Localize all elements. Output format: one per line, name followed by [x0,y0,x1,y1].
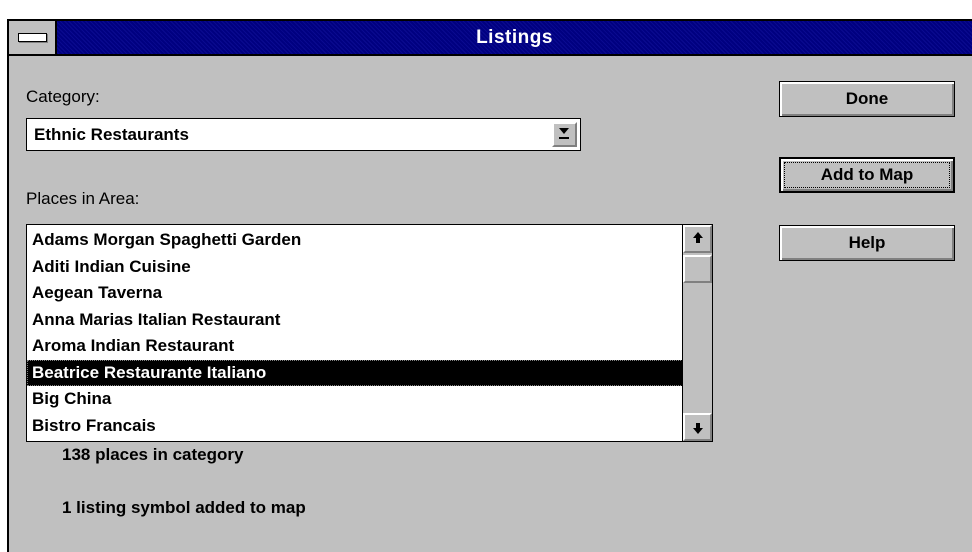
system-menu-button[interactable] [9,21,57,54]
list-item[interactable]: Big China [27,386,683,413]
dropdown-arrow-button[interactable] [552,122,577,147]
list-item[interactable]: Bistro Francais [27,413,683,440]
places-listbox[interactable]: Adams Morgan Spaghetti Garden Aditi India… [26,224,713,442]
dropdown-arrow-underline [559,137,569,139]
list-item[interactable]: Anna Marias Italian Restaurant [27,307,683,334]
window-title: Listings [476,27,553,48]
places-list: Adams Morgan Spaghetti Garden Aditi India… [27,227,683,439]
scroll-thumb[interactable] [683,255,712,283]
scroll-down-arrow-icon [693,428,703,434]
add-to-map-button[interactable]: Add to Map [779,157,955,193]
listings-dialog: Listings Category: Ethnic Restaurants Pl… [7,19,972,552]
list-item[interactable]: Adams Morgan Spaghetti Garden [27,227,683,254]
list-item[interactable]: Aegean Taverna [27,280,683,307]
places-scrollbar[interactable] [682,225,712,441]
category-dropdown-value: Ethnic Restaurants [34,125,189,144]
scroll-up-button[interactable] [683,225,712,253]
scroll-down-button[interactable] [683,413,712,441]
system-menu-icon [18,33,47,42]
done-button[interactable]: Done [779,81,955,117]
screen: Listings Category: Ethnic Restaurants Pl… [0,0,972,552]
scroll-up-arrow-stem [696,238,700,243]
help-button[interactable]: Help [779,225,955,261]
added-to-map-text: 1 listing symbol added to map [62,498,306,517]
category-dropdown[interactable]: Ethnic Restaurants [26,118,581,151]
list-item[interactable]: Aroma Indian Restaurant [27,333,683,360]
title-bar[interactable]: Listings [9,21,972,56]
list-item[interactable]: Aditi Indian Cuisine [27,254,683,281]
category-count-text: 138 places in category [62,445,244,464]
places-label: Places in Area: [26,189,140,208]
dropdown-arrow-icon [559,128,569,134]
list-item[interactable]: Beatrice Restaurante Italiano [27,359,683,386]
category-label: Category: [26,87,100,106]
